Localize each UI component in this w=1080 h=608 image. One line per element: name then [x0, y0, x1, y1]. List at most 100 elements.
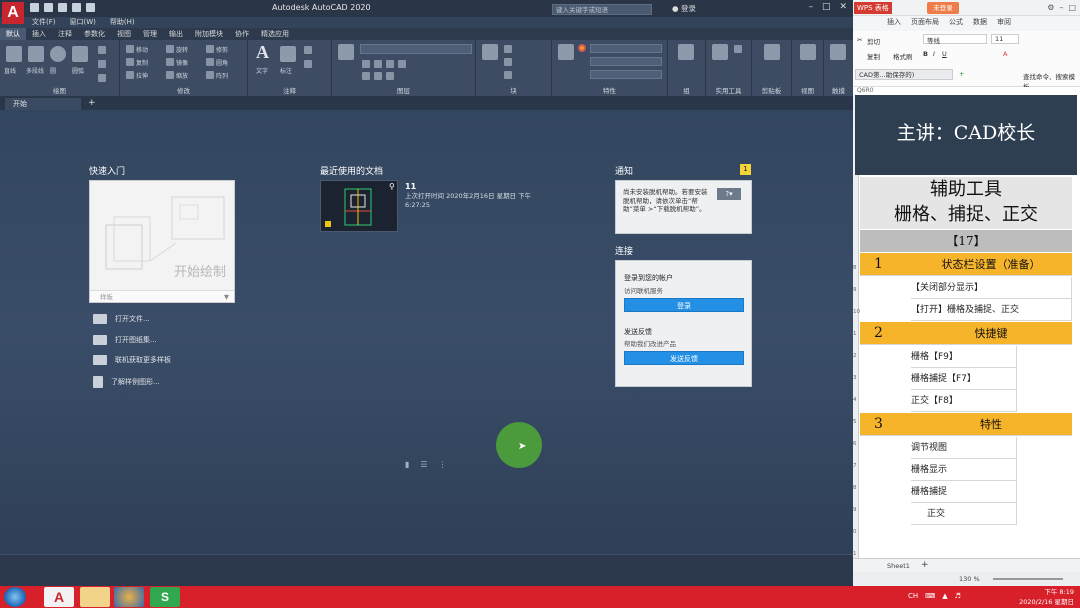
menu-window[interactable]: 窗口(W) [70, 17, 96, 28]
cut-icon[interactable]: ✂ [857, 36, 862, 44]
color-wheel-icon[interactable] [578, 44, 586, 52]
table-cell[interactable]: 栅格捕捉 [911, 481, 1017, 503]
new-tab-icon[interactable]: + [88, 98, 96, 108]
tab-manage[interactable]: 管理 [137, 28, 163, 40]
tab-start[interactable]: 开始 [5, 98, 81, 110]
array-icon[interactable] [206, 71, 214, 79]
row-number[interactable]: 5 [853, 419, 859, 425]
linetype-dropdown[interactable] [590, 57, 662, 66]
login-button[interactable]: ● 登录 [672, 3, 696, 14]
menu-file[interactable]: 文件(F) [32, 17, 56, 28]
save-icon[interactable] [58, 3, 67, 12]
line-tool-icon[interactable] [6, 46, 22, 62]
row-number[interactable]: 1 [853, 551, 859, 557]
row-number[interactable]: 0 [853, 529, 859, 535]
lineweight-dropdown[interactable] [590, 70, 662, 79]
page-indicator[interactable]: ☰ [420, 460, 427, 469]
hatch-icon[interactable] [98, 74, 106, 82]
scale-icon[interactable] [166, 71, 174, 79]
table-cell[interactable]: 调节视图 [911, 437, 1017, 459]
layer-tool-icon[interactable] [398, 60, 406, 68]
arc-tool-icon[interactable] [72, 46, 88, 62]
layer-tool-icon[interactable] [374, 60, 382, 68]
rectangle-icon[interactable] [98, 46, 106, 54]
tab-formula[interactable]: 公式 [949, 17, 963, 31]
open-sheetset-link[interactable]: 打开图纸集... [93, 335, 157, 345]
page-indicator[interactable]: ▮ [405, 460, 409, 469]
format-brush-label[interactable]: 格式刷 [893, 51, 913, 61]
row-number[interactable]: 8 [853, 485, 859, 491]
layer-tool-icon[interactable] [374, 72, 382, 80]
font-name-select[interactable]: 等线 [923, 34, 987, 45]
move-icon[interactable] [126, 45, 134, 53]
tab-addins[interactable]: 附加模块 [189, 28, 229, 40]
minimize-icon[interactable]: – [1059, 3, 1063, 12]
table-cell[interactable]: 栅格捕捉【F7】 [911, 368, 1017, 390]
table-cell[interactable]: 【关闭部分显示】 [911, 277, 1072, 299]
tab-annotate[interactable]: 注释 [52, 28, 78, 40]
tab-featured-apps[interactable]: 精选应用 [255, 28, 295, 40]
recent-drawing-thumbnail[interactable] [320, 180, 398, 232]
rotate-icon[interactable] [166, 45, 174, 53]
table-cell[interactable]: 栅格显示 [911, 459, 1017, 481]
row-number[interactable]: 9 [853, 507, 859, 513]
tab-insert[interactable]: 插入 [887, 17, 901, 31]
autocad-taskbar-icon[interactable]: A [44, 587, 74, 607]
recent-file-name[interactable]: 11 [405, 182, 416, 191]
section-row-3[interactable]: 3 特性 [860, 413, 1072, 436]
fillet-icon[interactable] [206, 58, 214, 66]
autocad-logo[interactable]: A [2, 2, 24, 24]
page-indicator[interactable]: ⋮ [439, 460, 447, 469]
zoom-level[interactable]: 130 % [959, 575, 980, 583]
layer-tool-icon[interactable] [386, 60, 394, 68]
group-icon[interactable] [678, 44, 694, 60]
italic-icon[interactable]: I [933, 50, 935, 58]
sign-in-button[interactable]: 登录 [624, 298, 744, 312]
settings-icon[interactable]: ⚙ [1047, 3, 1054, 12]
start-drawing-card[interactable]: 开始绘制 样板 ▼ [89, 180, 235, 303]
tab-insert[interactable]: 插入 [26, 28, 52, 40]
windows-start-icon[interactable] [4, 587, 26, 607]
file-explorer-icon[interactable] [80, 587, 110, 607]
table-icon[interactable] [304, 60, 312, 68]
send-feedback-button[interactable]: 发送反馈 [624, 351, 744, 365]
tab-view[interactable]: 视图 [111, 28, 137, 40]
table-cell[interactable]: 正交【F8】 [911, 390, 1017, 412]
new-file-icon[interactable] [30, 3, 39, 12]
underline-icon[interactable]: U [942, 50, 947, 58]
insert-block-icon[interactable] [482, 44, 498, 60]
keyboard-icon[interactable]: ⌨ [925, 592, 935, 600]
save-as-icon[interactable] [72, 3, 81, 12]
edit-attribute-icon[interactable] [504, 71, 512, 79]
table-cell[interactable]: 正交 [911, 503, 1017, 525]
sheet-tab[interactable]: Sheet1 [887, 562, 910, 570]
leader-icon[interactable] [304, 46, 312, 54]
font-size-select[interactable]: 11 [991, 34, 1019, 44]
tab-page-layout[interactable]: 页面布局 [911, 17, 939, 31]
layer-properties-icon[interactable] [338, 44, 354, 60]
tab-default[interactable]: 默认 [0, 28, 26, 40]
clock[interactable]: 下午 8:19 2020/2/16 星期日 [1019, 587, 1074, 607]
add-sheet-icon[interactable]: + [921, 560, 929, 570]
base-view-icon[interactable] [800, 44, 816, 60]
zoom-slider[interactable] [993, 578, 1063, 580]
browser-icon[interactable] [114, 587, 144, 607]
ellipse-icon[interactable] [98, 60, 106, 68]
template-dropdown[interactable]: 样板 ▼ [90, 290, 234, 302]
font-color-icon[interactable]: A [1003, 50, 1007, 58]
close-icon[interactable]: ✕ [839, 2, 847, 12]
paste-icon[interactable] [764, 44, 780, 60]
row-number[interactable]: 6 [853, 441, 859, 447]
row-number[interactable]: 7 [853, 463, 859, 469]
tab-review[interactable]: 审阅 [997, 17, 1011, 31]
polyline-tool-icon[interactable] [28, 46, 44, 62]
sample-drawings-link[interactable]: 了解样例图形... [93, 376, 160, 388]
volume-icon[interactable]: ♬ [955, 592, 961, 600]
search-input[interactable]: 键入关键字或短语 [552, 4, 652, 15]
utility-icon[interactable] [734, 45, 742, 53]
row-number[interactable]: 3 [853, 375, 859, 381]
add-tab-icon[interactable]: + [959, 70, 964, 78]
help-icon[interactable]: ?▾ [717, 188, 741, 200]
wps-logo[interactable]: WPS 表格 [854, 2, 892, 14]
more-templates-link[interactable]: 联机获取更多样板 [93, 355, 171, 365]
